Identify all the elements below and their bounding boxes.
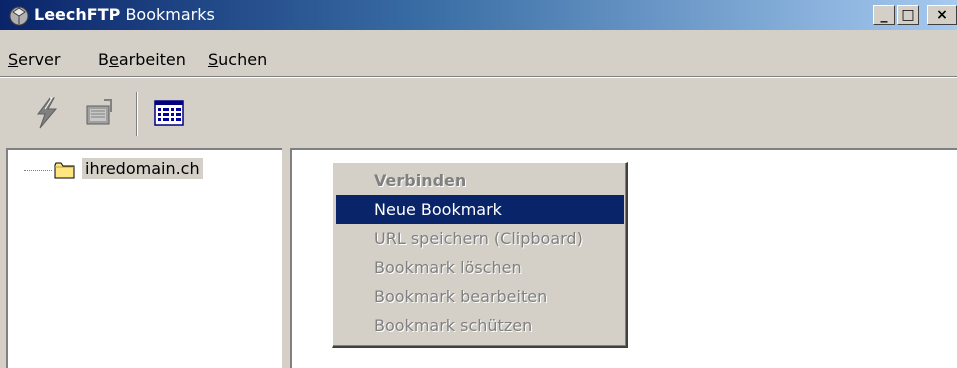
toolbar-divider (136, 92, 138, 136)
menu-bearbeiten-first: B (98, 50, 109, 69)
menu-bearbeiten-accel: e (108, 50, 119, 69)
menu-item-bookmark-bearbeiten[interactable]: Bookmark bearbeiten (336, 282, 624, 311)
tree-item-label[interactable]: ihredomain.ch (82, 158, 203, 179)
menu-bearbeiten-label: arbeiten (118, 50, 186, 69)
menu-suchen-accel: S (208, 50, 219, 69)
bookmark-manager-icon[interactable] (82, 96, 116, 130)
menu-item-url-speichern[interactable]: URL speichern (Clipboard) (336, 224, 624, 253)
close-button[interactable]: × (927, 5, 957, 25)
tree-connector (24, 170, 52, 171)
maximize-button[interactable]: □ (897, 5, 919, 25)
connect-lightning-icon[interactable] (30, 96, 64, 130)
minimize-button[interactable]: _ (873, 5, 895, 25)
menu-item-verbinden[interactable]: Verbinden (336, 166, 624, 195)
context-menu: Verbinden Neue Bookmark URL speichern (C… (332, 162, 628, 348)
menu-item-bookmark-loeschen[interactable]: Bookmark löschen (336, 253, 624, 282)
window-title-app: LeechFTP (34, 5, 121, 24)
maximize-icon: □ (901, 7, 915, 23)
window-title-rest: Bookmarks (125, 5, 215, 24)
list-view-icon[interactable] (152, 96, 186, 130)
menu-suchen-label: uchen (218, 50, 268, 69)
close-icon: × (936, 7, 948, 23)
menu-server[interactable]: Server (8, 50, 60, 69)
menu-separator (0, 76, 957, 78)
app-logo-icon (9, 6, 29, 26)
bookmark-tree[interactable]: ihredomain.ch (6, 148, 282, 368)
menu-item-bookmark-schuetzen[interactable]: Bookmark schützen (336, 311, 624, 340)
menu-bearbeiten[interactable]: Bearbeiten (98, 50, 186, 69)
menu-server-accel: S (8, 50, 19, 69)
folder-icon (54, 162, 75, 179)
menu-suchen[interactable]: Suchen (208, 50, 267, 69)
window-title: LeechFTP Bookmarks (34, 5, 215, 24)
menu-bar: Server Bearbeiten Suchen (0, 46, 957, 72)
menu-server-label: erver (18, 50, 61, 69)
minimize-icon: _ (880, 7, 888, 23)
menu-item-neue-bookmark[interactable]: Neue Bookmark (336, 195, 624, 224)
title-bar[interactable]: LeechFTP Bookmarks _ □ × (0, 0, 957, 30)
